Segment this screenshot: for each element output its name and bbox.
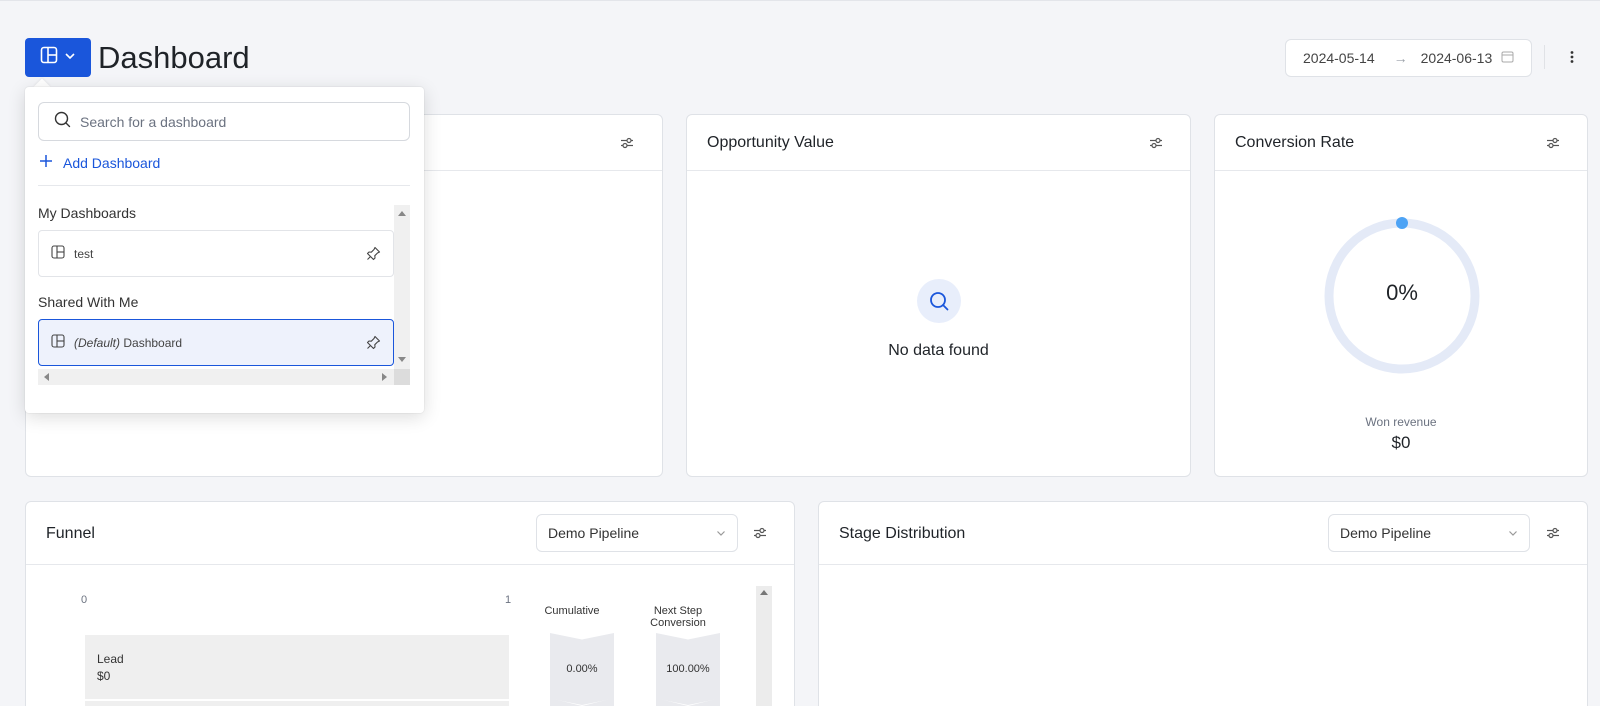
date-end[interactable]: 2024-06-13 bbox=[1421, 50, 1499, 66]
card-title: Conversion Rate bbox=[1235, 134, 1355, 151]
cumulative-header: Cumulative bbox=[544, 605, 600, 617]
next-step-header: Next Step Conversion bbox=[638, 605, 718, 629]
dashboard-switcher-button[interactable] bbox=[25, 38, 91, 77]
date-range-picker[interactable]: 2024-05-14 → 2024-06-13 bbox=[1285, 39, 1532, 77]
funnel-scrollbar[interactable] bbox=[756, 586, 772, 706]
my-dashboards-title: My Dashboards bbox=[38, 205, 137, 221]
page-title: Dashboard bbox=[98, 40, 250, 75]
empty-state-text: No data found bbox=[888, 342, 989, 359]
layout-icon bbox=[51, 334, 65, 351]
dropdown-vertical-scrollbar[interactable] bbox=[394, 205, 410, 369]
dashboard-search-input[interactable] bbox=[80, 113, 380, 130]
dashboard-item-name: (Default) Dashboard bbox=[74, 336, 365, 350]
opportunity-value-card: Opportunity Value No data found bbox=[686, 114, 1191, 477]
card-title: Funnel bbox=[46, 525, 95, 542]
card-header: Opportunity Value bbox=[687, 115, 1190, 171]
dashboard-item[interactable]: test bbox=[38, 230, 394, 277]
donut-progress-marker bbox=[1396, 217, 1408, 229]
pipeline-select-value: Demo Pipeline bbox=[548, 525, 640, 541]
sliders-icon[interactable] bbox=[1543, 523, 1563, 543]
search-icon bbox=[917, 279, 961, 323]
next-step-header-line1: Next Step bbox=[653, 605, 703, 617]
default-tag: (Default) bbox=[74, 335, 121, 350]
pipeline-select[interactable]: Demo Pipeline bbox=[536, 514, 738, 552]
card-title: Opportunity Value bbox=[707, 134, 834, 151]
dashboard-item-selected[interactable]: (Default) Dashboard bbox=[38, 319, 394, 366]
plus-icon bbox=[39, 154, 53, 171]
chevron-down-icon bbox=[716, 525, 726, 541]
funnel-card: Funnel Demo Pipeline 0 1 Lead $0 Cumulat… bbox=[25, 501, 795, 706]
pipeline-select-value: Demo Pipeline bbox=[1340, 525, 1432, 541]
add-dashboard-label: Add Dashboard bbox=[63, 154, 161, 171]
date-start[interactable]: 2024-05-14 bbox=[1303, 50, 1375, 66]
cumulative-value: 0.00% bbox=[566, 663, 598, 675]
cumulative-chevron: 0.00% bbox=[550, 633, 614, 705]
sliders-icon[interactable] bbox=[1543, 133, 1563, 153]
header-divider bbox=[1544, 45, 1545, 69]
chevron-down-icon bbox=[1508, 525, 1518, 541]
dropdown-divider bbox=[38, 185, 410, 186]
layout-icon bbox=[40, 46, 58, 69]
dropdown-horizontal-scrollbar[interactable] bbox=[38, 369, 394, 385]
dashboard-switcher-dropdown: Add Dashboard My Dashboards test Shared … bbox=[25, 87, 424, 413]
shared-with-me-title: Shared With Me bbox=[38, 294, 139, 310]
card-header: Conversion Rate bbox=[1215, 115, 1587, 171]
calendar-icon bbox=[1501, 50, 1514, 66]
next-step-header-line2: Conversion bbox=[650, 617, 706, 629]
conversion-rate-card: Conversion Rate 0% Won revenue $0 bbox=[1214, 114, 1588, 477]
pin-icon[interactable] bbox=[365, 335, 381, 351]
pipeline-select[interactable]: Demo Pipeline bbox=[1328, 514, 1530, 552]
pin-icon[interactable] bbox=[365, 246, 381, 262]
scrollbar-corner bbox=[394, 369, 410, 385]
funnel-axis-min: 0 bbox=[81, 594, 88, 606]
conversion-donut: 0% bbox=[1320, 214, 1484, 378]
sliders-icon[interactable] bbox=[617, 133, 637, 153]
won-revenue-label: Won revenue bbox=[1365, 415, 1437, 429]
arrow-right-icon: → bbox=[1393, 50, 1408, 66]
funnel-axis-max: 1 bbox=[505, 594, 512, 606]
sliders-icon[interactable] bbox=[1146, 133, 1166, 153]
dashboard-search[interactable] bbox=[38, 102, 410, 141]
funnel-stage-name: Lead bbox=[97, 652, 124, 666]
sliders-icon[interactable] bbox=[750, 523, 770, 543]
chevron-down-icon bbox=[64, 49, 76, 67]
funnel-stage-bar[interactable]: Lead $0 bbox=[85, 635, 509, 699]
layout-icon bbox=[51, 245, 65, 262]
next-step-chevron: 100.00% bbox=[656, 633, 720, 705]
dashboard-item-name: test bbox=[74, 246, 94, 261]
dashboard-list: My Dashboards test Shared With Me (Defau… bbox=[38, 205, 410, 385]
card-title: Stage Distribution bbox=[839, 525, 966, 542]
dashboard-item-label: Dashboard bbox=[123, 335, 183, 350]
next-step-value: 100.00% bbox=[666, 663, 710, 675]
stage-distribution-card: Stage Distribution Demo Pipeline bbox=[818, 501, 1588, 706]
kebab-icon[interactable] bbox=[1564, 45, 1580, 69]
funnel-stage-value: $0 bbox=[97, 669, 111, 683]
conversion-value: 0% bbox=[1386, 280, 1418, 305]
add-dashboard-button[interactable]: Add Dashboard bbox=[39, 154, 160, 171]
funnel-stage-bar[interactable] bbox=[85, 701, 509, 706]
won-revenue-value: $0 bbox=[1391, 433, 1411, 452]
search-icon bbox=[54, 111, 71, 133]
